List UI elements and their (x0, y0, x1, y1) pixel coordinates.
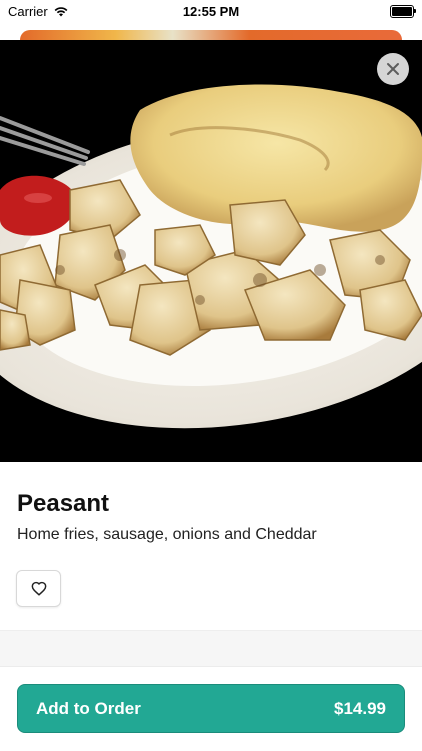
heart-icon (31, 581, 46, 596)
item-photo (0, 40, 422, 462)
add-to-order-button[interactable]: Add to Order $14.99 (17, 684, 405, 733)
food-plate-image (0, 40, 422, 462)
item-title: Peasant (17, 490, 110, 517)
battery-icon (390, 4, 416, 18)
item-price: $14.99 (334, 698, 386, 718)
item-description: Home fries, sausage, onions and Cheddar (17, 526, 317, 543)
close-icon (387, 63, 399, 75)
status-time: 12:55 PM (182, 3, 240, 19)
section-divider (0, 630, 422, 667)
close-button[interactable] (377, 53, 409, 85)
status-bar: Carrier 12:55 PM (0, 0, 422, 22)
add-to-order-label: Add to Order (36, 698, 141, 718)
favorite-button[interactable] (16, 570, 61, 607)
